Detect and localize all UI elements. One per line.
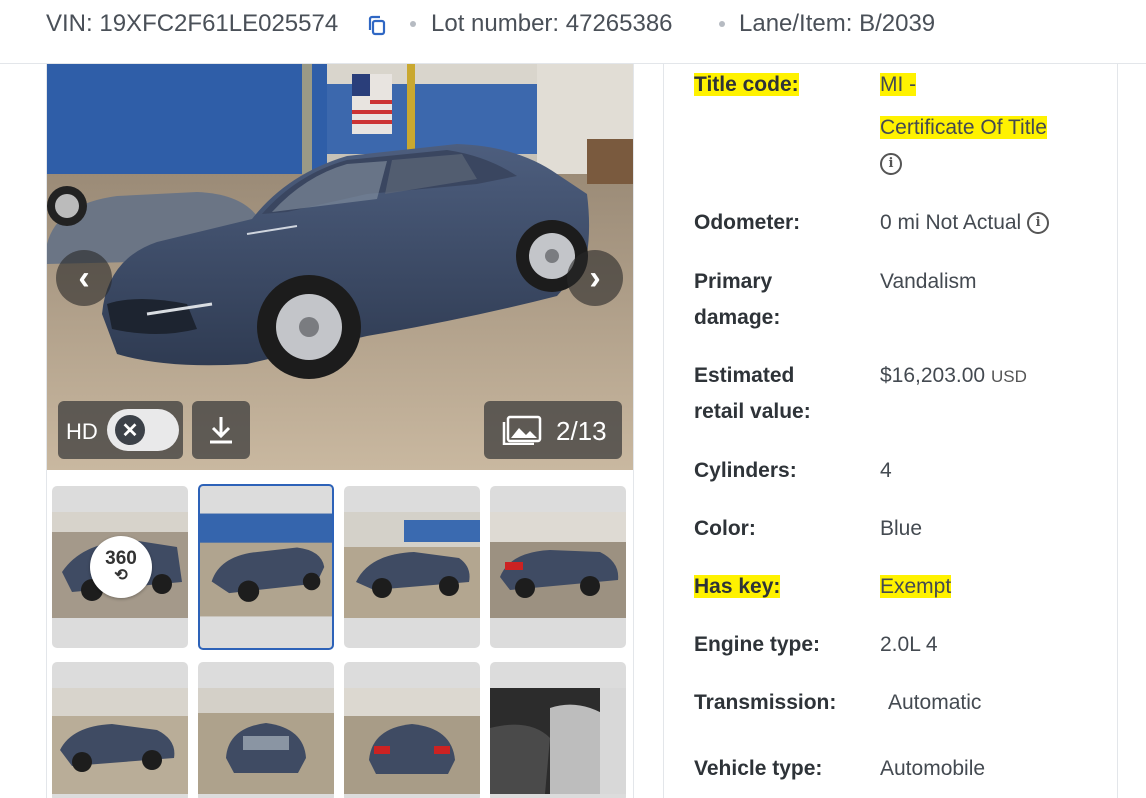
lot-value: 47265386 [565,10,673,37]
detail-value-transmission: Automatic [888,691,982,714]
title-code-info-button[interactable]: i [880,146,902,182]
detail-value-title-code-desc: Certificate Of Title [880,116,1047,139]
detail-label-title-code: Title code: [694,73,799,96]
download-button[interactable] [192,401,250,459]
thumbnail[interactable] [344,486,480,648]
badge-360-label: 360 [105,548,137,569]
detail-value-has-key: Exempt [880,575,952,598]
detail-label-primary-damage: Primary damage: [694,270,781,329]
detail-label-cylinders: Cylinders: [694,459,797,482]
lot-label: Lot number: [431,10,560,37]
previous-photo-button[interactable]: ‹ [56,250,112,306]
chevron-left-icon: ‹ [78,258,90,297]
hd-label: HD [66,419,98,444]
detail-label-vehicle-type: Vehicle type: [694,757,823,780]
detail-label-engine-type: Engine type: [694,633,821,656]
next-photo-button[interactable]: › [567,250,623,306]
lane-item-text: Lane/Item: B/2039 [739,10,935,38]
detail-value-odometer: 0 mi Not Actual i [880,205,1050,241]
detail-label-color: Color: [694,517,756,540]
thumbnail-interior[interactable] [490,662,626,798]
thumbnail-image [490,512,626,618]
detail-value-cylinders: 4 [880,459,892,482]
thumbnail[interactable] [344,662,480,798]
info-icon[interactable]: i [1027,212,1050,235]
lane-value: B/2039 [859,10,936,37]
photo-counter: 2/13 [556,416,607,446]
thumbnail-360[interactable]: 360 ⟲ [52,486,188,648]
hd-toggle[interactable]: ✕ [107,409,179,451]
chevron-right-icon: › [589,258,601,297]
lot-details-page: VIN: 19XFC2F61LE025574 Lot number: 47265… [0,0,1146,798]
detail-value-title-code: MI - [880,73,917,96]
detail-label-has-key: Has key: [694,575,781,598]
download-icon [210,417,232,444]
detail-label-transmission: Transmission: [694,691,837,714]
photo-counter-button[interactable]: 2/13 [484,401,622,459]
lot-header: VIN: 19XFC2F61LE025574 Lot number: 47265… [0,0,1146,64]
copy-icon[interactable] [365,14,389,38]
detail-label-odometer: Odometer: [694,211,801,234]
thumbnail-image [198,688,334,794]
thumbnail-image [200,513,332,617]
close-icon: ✕ [115,415,145,445]
detail-value-color: Blue [880,517,923,540]
vin-value: 19XFC2F61LE025574 [99,10,339,37]
thumbnail-image [344,512,480,618]
thumbnail-image [344,688,480,794]
detail-value-estimated-retail-value: $16,203.00 USD [880,364,1027,387]
thumbnail[interactable] [52,662,188,798]
rotate-360-icon: 360 ⟲ [90,536,152,598]
info-icon: i [880,153,902,176]
thumbnail-selected[interactable] [198,484,334,650]
hd-toggle-control[interactable]: HD ✕ [58,401,183,459]
lot-number-text: Lot number: 47265386 [431,10,673,38]
vin-label: VIN: [46,10,93,37]
thumbnail-image [490,688,626,794]
separator-dot [410,21,416,27]
detail-value-vehicle-type: Automobile [880,757,986,780]
separator-dot [719,21,725,27]
gallery-icon [502,415,542,445]
detail-label-estimated-retail-value: Estimated retail value: [694,364,811,423]
thumbnail[interactable] [490,486,626,648]
thumbnail[interactable] [198,662,334,798]
detail-value-engine-type: 2.0L 4 [880,633,938,656]
currency-unit: USD [990,367,1027,386]
thumbnail-image [52,688,188,794]
detail-value-primary-damage: Vandalism [880,270,977,293]
lane-label: Lane/Item: [739,10,853,37]
vin-text: VIN: 19XFC2F61LE025574 [46,10,338,38]
